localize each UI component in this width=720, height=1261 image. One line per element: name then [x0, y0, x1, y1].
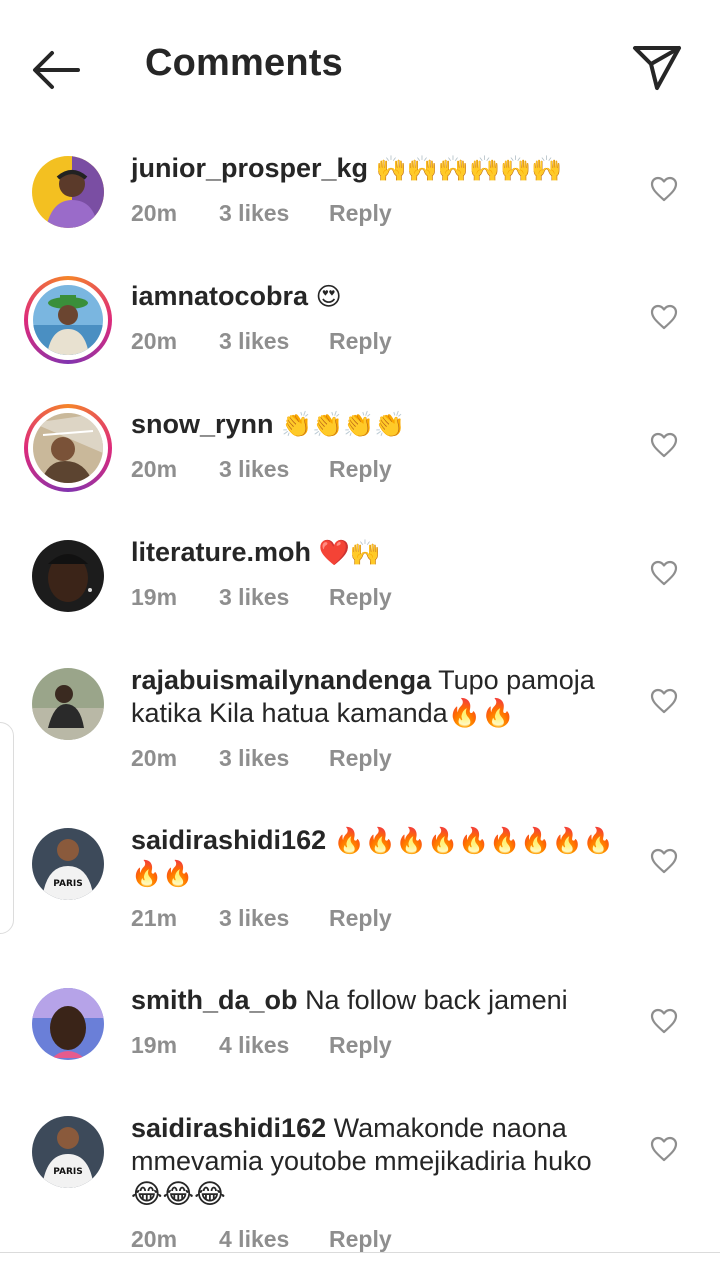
- comment-text: snow_rynn 👏👏👏👏: [131, 408, 621, 441]
- back-button[interactable]: [28, 44, 84, 96]
- comment-username[interactable]: snow_rynn: [131, 409, 274, 439]
- comment-time: 19m: [131, 584, 178, 610]
- comment-likes[interactable]: 3 likes: [219, 745, 329, 772]
- heart-icon[interactable]: [650, 432, 678, 458]
- reply-button[interactable]: Reply: [329, 456, 392, 483]
- comment-username[interactable]: saidirashidi162: [131, 825, 326, 855]
- bottom-divider: [0, 1252, 720, 1253]
- comment-username[interactable]: literature.moh: [131, 537, 311, 567]
- avatar-story-ring[interactable]: [24, 276, 112, 364]
- comment-time: 21m: [131, 905, 178, 931]
- comment-meta: 19m 4 likes Reply: [131, 1032, 392, 1059]
- comment-time: 19m: [131, 1032, 178, 1058]
- comment-time: 20m: [131, 745, 178, 771]
- comment-text: saidirashidi162 🔥🔥🔥🔥🔥🔥🔥🔥🔥🔥🔥: [131, 824, 621, 890]
- avatar[interactable]: [32, 540, 104, 612]
- comment-time: 20m: [131, 328, 178, 354]
- comment-likes[interactable]: 4 likes: [219, 1032, 329, 1059]
- comment-time: 20m: [131, 456, 178, 482]
- comment-meta: 20m 3 likes Reply: [131, 745, 392, 772]
- reply-button[interactable]: Reply: [329, 1032, 392, 1059]
- share-button[interactable]: [630, 40, 684, 94]
- comment-body: ❤️🙌: [318, 538, 381, 567]
- comment-body: 😍: [315, 282, 342, 311]
- comment-username[interactable]: rajabuismailynandenga: [131, 665, 431, 695]
- comment-likes[interactable]: 3 likes: [219, 456, 329, 483]
- comment-meta: 20m 3 likes Reply: [131, 200, 392, 227]
- svg-text:PARIS: PARIS: [53, 879, 83, 889]
- comment-meta: 20m 3 likes Reply: [131, 328, 392, 355]
- side-tab: [0, 722, 14, 934]
- comment-time: 20m: [131, 200, 178, 226]
- comment-meta: 19m 3 likes Reply: [131, 584, 392, 611]
- arrow-left-icon: [33, 51, 80, 89]
- comment-likes[interactable]: 3 likes: [219, 328, 329, 355]
- heart-icon[interactable]: [650, 560, 678, 586]
- avatar: [33, 285, 103, 355]
- comment-text: saidirashidi162 Wamakonde naona mmevamia…: [131, 1112, 621, 1211]
- avatar[interactable]: [32, 988, 104, 1060]
- heart-icon[interactable]: [650, 688, 678, 714]
- comment-text: literature.moh ❤️🙌: [131, 536, 621, 569]
- comment-username[interactable]: smith_da_ob: [131, 985, 298, 1015]
- avatar[interactable]: PARIS: [32, 828, 104, 900]
- comment-text: rajabuismailynandenga Tupo pamoja katika…: [131, 664, 621, 730]
- comment-text: iamnatocobra 😍: [131, 280, 621, 313]
- page-title: Comments: [145, 42, 343, 84]
- comment-body: 🙌🙌🙌🙌🙌🙌: [375, 154, 563, 183]
- reply-button[interactable]: Reply: [329, 1226, 392, 1253]
- svg-text:PARIS: PARIS: [53, 1167, 83, 1177]
- avatar: [33, 413, 103, 483]
- comment-likes[interactable]: 3 likes: [219, 584, 329, 611]
- reply-button[interactable]: Reply: [329, 328, 392, 355]
- avatar[interactable]: [32, 156, 104, 228]
- comment-meta: 21m 3 likes Reply: [131, 905, 392, 932]
- comment-meta: 20m 3 likes Reply: [131, 456, 392, 483]
- comment-username[interactable]: junior_prosper_kg: [131, 153, 368, 183]
- comment-body: 👏👏👏👏: [281, 410, 406, 439]
- comment-meta: 20m 4 likes Reply: [131, 1226, 392, 1253]
- heart-icon[interactable]: [650, 1008, 678, 1034]
- header-bar: Comments: [0, 0, 720, 134]
- comment-likes[interactable]: 3 likes: [219, 200, 329, 227]
- comment-body: Na follow back jameni: [305, 985, 568, 1015]
- avatar[interactable]: PARIS: [32, 1116, 104, 1188]
- reply-button[interactable]: Reply: [329, 584, 392, 611]
- heart-icon[interactable]: [650, 1136, 678, 1162]
- paper-plane-icon: [633, 46, 681, 90]
- comment-likes[interactable]: 4 likes: [219, 1226, 329, 1253]
- reply-button[interactable]: Reply: [329, 745, 392, 772]
- comment-text: junior_prosper_kg 🙌🙌🙌🙌🙌🙌: [131, 152, 621, 185]
- reply-button[interactable]: Reply: [329, 200, 392, 227]
- heart-icon[interactable]: [650, 304, 678, 330]
- avatar[interactable]: [32, 668, 104, 740]
- comment-likes[interactable]: 3 likes: [219, 905, 329, 932]
- avatar-story-ring[interactable]: [24, 404, 112, 492]
- comment-username[interactable]: iamnatocobra: [131, 281, 308, 311]
- comment-time: 20m: [131, 1226, 178, 1252]
- heart-icon[interactable]: [650, 848, 678, 874]
- heart-icon[interactable]: [650, 176, 678, 202]
- reply-button[interactable]: Reply: [329, 905, 392, 932]
- comment-username[interactable]: saidirashidi162: [131, 1113, 326, 1143]
- comment-text: smith_da_ob Na follow back jameni: [131, 984, 621, 1017]
